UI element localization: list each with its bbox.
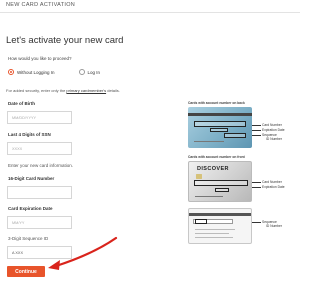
magnetic-stripe <box>188 113 252 116</box>
card-front-image: DISCOVER <box>188 161 252 202</box>
leader-line <box>252 182 261 183</box>
security-note: For added security, enter only the prima… <box>6 88 120 93</box>
card-activation-page: NEW CARD ACTIVATION Let's activate your … <box>0 0 300 281</box>
card-info-intro: Enter your new card information. <box>8 163 74 168</box>
red-arrow-icon <box>48 236 118 270</box>
expiration-box <box>215 188 229 192</box>
card-text-line <box>195 196 223 197</box>
magnetic-stripe <box>189 213 251 216</box>
header-divider <box>0 12 300 13</box>
card-back-image <box>188 107 252 148</box>
sequence-box <box>195 219 207 224</box>
ssn-input[interactable]: XXXX <box>7 142 72 155</box>
dob-placeholder: MM/DD/YYYY <box>12 115 37 120</box>
card-number-input[interactable] <box>7 186 72 199</box>
leader-line <box>252 125 261 126</box>
leader-line <box>252 130 261 131</box>
proceed-question: How would you like to proceed? <box>8 56 72 61</box>
card-number-box <box>194 180 248 186</box>
page-title: Let's activate your new card <box>6 35 124 46</box>
discover-logo: DISCOVER <box>197 166 229 172</box>
leader-line <box>252 135 261 136</box>
card-back-caption: Cards with account number on back <box>188 101 245 105</box>
radio-selected-icon[interactable] <box>8 69 14 75</box>
callout-id-number: ID Number <box>266 137 282 141</box>
ssn-placeholder: XXXX <box>12 146 23 151</box>
option-without-logging-in[interactable]: Without Logging In <box>8 69 55 75</box>
radio-unselected-icon[interactable] <box>78 69 85 75</box>
callout-id-number: ID Number <box>266 224 282 228</box>
primary-cardmember-link[interactable]: primary cardmember's <box>66 88 106 93</box>
expiration-label: Card Expiration Date <box>8 206 53 211</box>
sequence-value: A XXX <box>12 250 23 255</box>
proceed-options: Without Logging In Log In <box>8 69 100 75</box>
chip-icon <box>196 174 202 179</box>
card-text-line <box>195 229 235 230</box>
option-log-in[interactable]: Log In <box>78 69 101 75</box>
header-title: NEW CARD ACTIVATION <box>6 2 76 8</box>
ssn-label: Last 4 Digits of SSN <box>8 132 51 137</box>
card-sequence-image <box>188 208 252 244</box>
expiration-placeholder: MM/YY <box>12 220 25 225</box>
callout-expiration-date: Expiration Date <box>262 185 285 189</box>
leader-line <box>252 222 261 223</box>
callout-expiration-date: Expiration Date <box>262 128 285 132</box>
expiration-input[interactable]: MM/YY <box>7 216 72 229</box>
option-label: Log In <box>87 69 101 75</box>
dob-input[interactable]: MM/DD/YYYY <box>7 111 72 124</box>
option-label: Without Logging In <box>17 69 55 75</box>
callout-card-number: Card Number <box>262 180 282 184</box>
dob-label: Date of Birth <box>8 101 35 106</box>
card-text-line <box>195 233 229 234</box>
card-brand: DISCOVER <box>197 166 229 172</box>
security-note-suffix: details. <box>107 88 120 93</box>
card-text-line <box>195 237 233 238</box>
security-note-prefix: For added security, enter only the <box>6 88 66 93</box>
sequence-box <box>224 133 246 138</box>
card-text-line <box>194 141 224 142</box>
card-number-box <box>194 121 246 127</box>
expiration-box <box>210 128 228 132</box>
leader-line <box>252 187 261 188</box>
card-number-label: 16-Digit Card Number <box>8 176 55 181</box>
callout-card-number: Card Number <box>262 123 282 127</box>
card-front-caption: Cards with account number on front <box>188 155 245 159</box>
